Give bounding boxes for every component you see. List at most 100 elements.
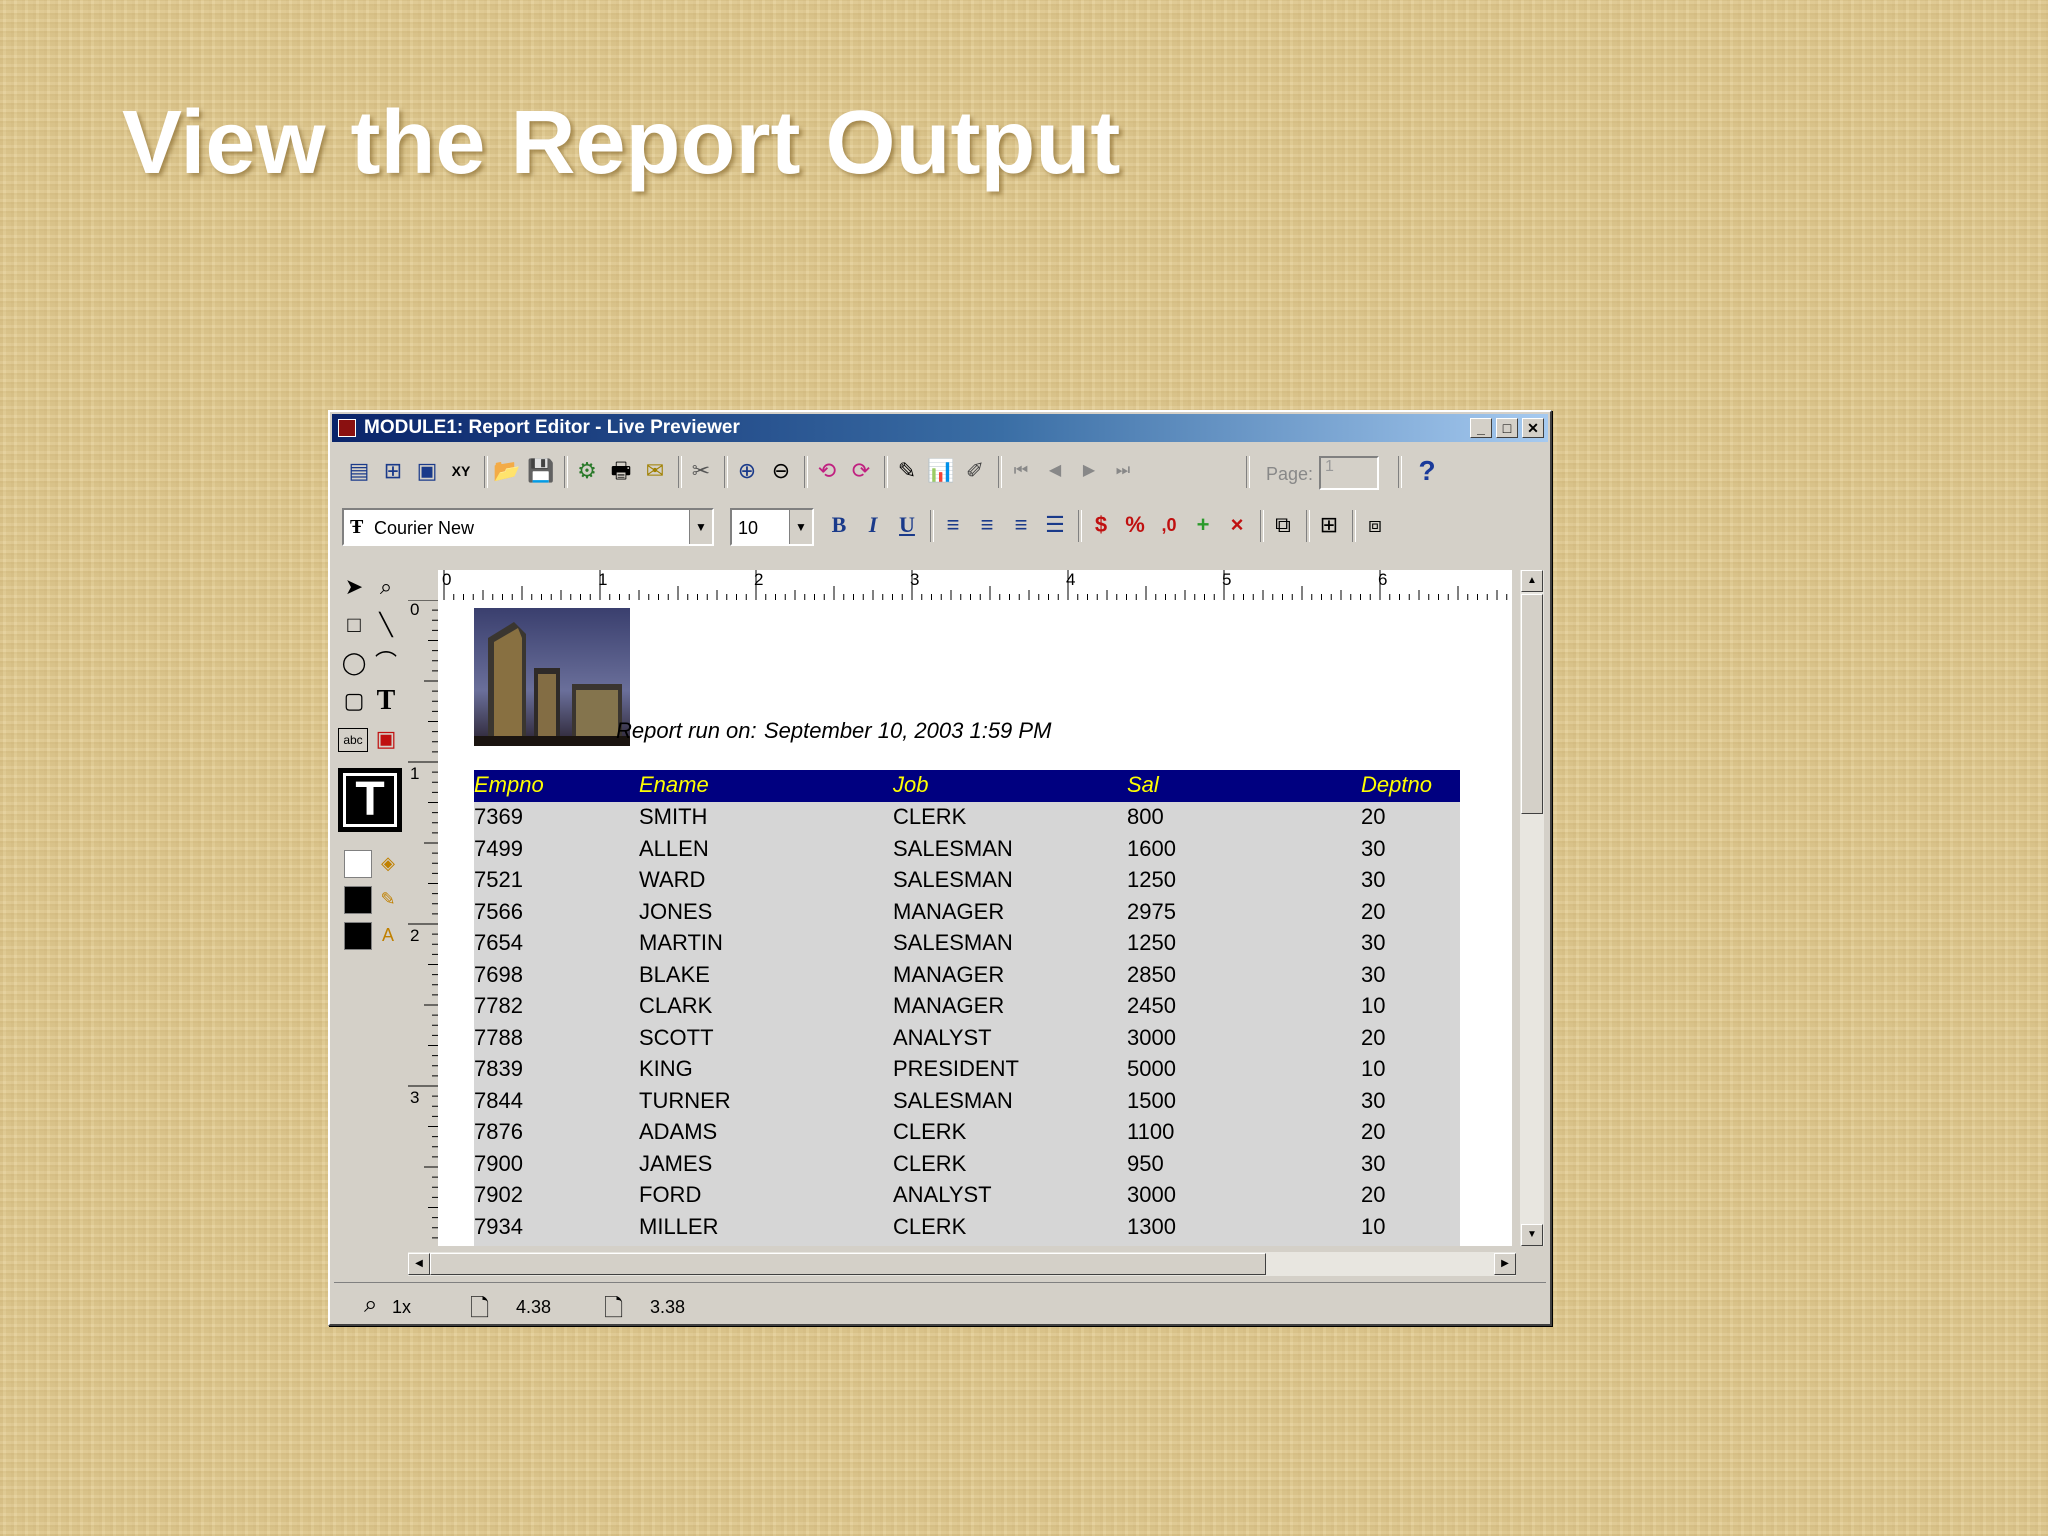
chevron-down-icon[interactable]: ▼ bbox=[689, 510, 712, 544]
scroll-left-icon[interactable]: ◀ bbox=[408, 1253, 430, 1275]
help-icon[interactable]: ? bbox=[1412, 456, 1442, 486]
maximize-button[interactable]: □ bbox=[1496, 418, 1518, 438]
arc-tool-icon[interactable]: ⌒ bbox=[370, 646, 402, 680]
line-color-swatch[interactable] bbox=[344, 886, 372, 914]
save-icon[interactable]: 💾 bbox=[526, 456, 556, 486]
cell-sal: 1250 bbox=[1127, 930, 1176, 955]
text-color-swatch[interactable] bbox=[344, 922, 372, 950]
horizontal-scrollbar[interactable]: ◀ ▶ bbox=[408, 1252, 1516, 1276]
cell-empno: 7698 bbox=[474, 961, 523, 987]
open-icon[interactable]: 📂 bbox=[492, 456, 522, 486]
magnify-tool-icon[interactable]: ⌕ bbox=[370, 570, 402, 604]
zoom-out-icon[interactable]: ⊖ bbox=[766, 456, 796, 486]
chart-icon[interactable]: 📊 bbox=[926, 456, 956, 486]
align-right-icon[interactable]: ≡ bbox=[1006, 510, 1036, 540]
edit-icon[interactable]: ✎ bbox=[892, 456, 922, 486]
font-size-select[interactable]: 10 ▼ bbox=[730, 508, 814, 546]
title-bar[interactable]: MODULE1: Report Editor - Live Previewer … bbox=[332, 414, 1548, 442]
align-left-icon[interactable]: ≡ bbox=[938, 510, 968, 540]
window-title: MODULE1: Report Editor - Live Previewer bbox=[364, 417, 740, 438]
data-model-icon[interactable]: ▤ bbox=[344, 456, 374, 486]
currency-button[interactable]: $ bbox=[1086, 510, 1116, 540]
cell-job: SALESMAN bbox=[893, 930, 1013, 955]
cell-job: CLERK bbox=[893, 804, 967, 829]
layout-model-icon[interactable]: ⊞ bbox=[378, 456, 408, 486]
comma-button[interactable]: ,0 bbox=[1154, 510, 1184, 540]
scroll-down-icon[interactable]: ▼ bbox=[1521, 1224, 1543, 1246]
scroll-right-icon[interactable]: ▶ bbox=[1494, 1253, 1516, 1275]
justify-icon[interactable]: ☰ bbox=[1040, 510, 1070, 540]
mail-icon[interactable]: ✉ bbox=[640, 456, 670, 486]
parameter-form-icon[interactable]: ▣ bbox=[412, 456, 442, 486]
align-center-icon[interactable]: ≡ bbox=[972, 510, 1002, 540]
ellipse-tool-icon[interactable]: ◯ bbox=[338, 646, 370, 680]
cell-ename: ALLEN bbox=[639, 835, 709, 861]
rectangle-tool-icon[interactable]: □ bbox=[338, 608, 370, 642]
vertical-scrollbar[interactable]: ▲ ▼ bbox=[1520, 570, 1544, 1246]
grid-snap-icon[interactable]: ⊞ bbox=[1314, 510, 1344, 540]
vruler-label-2: 2 bbox=[410, 926, 420, 945]
frame-icon[interactable]: ⧉ bbox=[1268, 510, 1298, 540]
main-toolbar: ▤ ⊞ ▣ XY 📂 💾 ⚙ 🖶 ✉ ✂ ⊕ ⊖ ⟲ ⟳ ✎ 📊 ✐ ⏮ ◀ ▶… bbox=[334, 448, 1546, 494]
percent-button[interactable]: % bbox=[1120, 510, 1150, 540]
zoom-in-icon[interactable]: ⊕ bbox=[732, 456, 762, 486]
cell-empno: 7934 bbox=[474, 1213, 523, 1239]
x-position-icon: 🗋 bbox=[470, 1295, 490, 1322]
run-icon[interactable]: ⚙ bbox=[572, 456, 602, 486]
copy-format-icon[interactable]: ⧈ bbox=[1360, 510, 1390, 540]
cell-job: SALESMAN bbox=[893, 867, 1013, 892]
cell-sal: 3000 bbox=[1127, 1182, 1176, 1207]
report-editor-window: MODULE1: Report Editor - Live Previewer … bbox=[328, 410, 1552, 1326]
minimize-button[interactable]: _ bbox=[1470, 418, 1492, 438]
vruler-label-3: 3 bbox=[410, 1088, 420, 1107]
vertical-scroll-thumb[interactable] bbox=[1521, 594, 1543, 814]
bold-button[interactable]: B bbox=[824, 510, 854, 540]
cut-icon[interactable]: ✂ bbox=[686, 456, 716, 486]
last-page-icon[interactable]: ⏭ bbox=[1108, 456, 1138, 486]
cell-ename: JAMES bbox=[639, 1150, 713, 1176]
page-input[interactable]: 1 bbox=[1319, 456, 1379, 490]
column-header-empno: Empno bbox=[474, 772, 544, 797]
font-name: Courier New bbox=[374, 518, 475, 538]
underline-button[interactable]: U bbox=[892, 510, 922, 540]
horizontal-scroll-thumb[interactable] bbox=[430, 1253, 1266, 1275]
next-page-icon[interactable]: ▶ bbox=[1074, 456, 1104, 486]
first-page-icon[interactable]: ⏮ bbox=[1006, 456, 1036, 486]
web-icon[interactable]: ✐ bbox=[960, 456, 990, 486]
cell-empno: 7369 bbox=[474, 804, 523, 829]
rounded-rect-tool-icon[interactable]: ▢ bbox=[338, 684, 370, 718]
add-decimal-icon[interactable]: + bbox=[1188, 510, 1218, 540]
chevron-down-icon[interactable]: ▼ bbox=[789, 510, 812, 544]
table-row: 7788 SCOTT ANALYST 3000 20 bbox=[474, 1023, 1460, 1054]
italic-button[interactable]: I bbox=[858, 510, 888, 540]
zoom-level: 1x bbox=[392, 1297, 412, 1317]
close-button[interactable]: ✕ bbox=[1522, 418, 1544, 438]
status-bar: ⌕ 1x 🗋 4.38 🗋 3.38 bbox=[334, 1282, 1546, 1323]
cell-ename: SCOTT bbox=[639, 1024, 714, 1050]
cell-job: SALESMAN bbox=[893, 835, 1013, 861]
field-tool-icon[interactable]: abc bbox=[338, 728, 368, 752]
fill-color-icon[interactable]: ◈ bbox=[372, 846, 404, 880]
cell-sal: 1300 bbox=[1127, 1213, 1176, 1239]
print-icon[interactable]: 🖶 bbox=[606, 456, 636, 486]
cell-ename: CLARK bbox=[639, 993, 713, 1018]
refresh-data-icon[interactable]: ⟲ bbox=[812, 456, 842, 486]
cell-deptno: 30 bbox=[1361, 930, 1386, 955]
cell-sal: 950 bbox=[1127, 1150, 1164, 1176]
remove-decimal-icon[interactable]: × bbox=[1222, 510, 1252, 540]
xy-icon[interactable]: XY bbox=[446, 456, 476, 486]
fill-color-swatch[interactable] bbox=[344, 850, 372, 878]
text-color-icon[interactable]: A bbox=[372, 918, 404, 952]
select-tool-icon[interactable]: ➤ bbox=[338, 570, 370, 604]
text-tool-icon[interactable]: T bbox=[370, 684, 402, 718]
refresh-layout-icon[interactable]: ⟳ bbox=[846, 456, 876, 486]
line-tool-icon[interactable]: ╲ bbox=[370, 608, 402, 642]
zoom-icon: ⌕ bbox=[364, 1291, 378, 1318]
image-tool-icon[interactable]: ▣ bbox=[370, 722, 402, 756]
prev-page-icon[interactable]: ◀ bbox=[1040, 456, 1070, 486]
vruler-label-1: 1 bbox=[410, 764, 420, 783]
scroll-up-icon[interactable]: ▲ bbox=[1521, 570, 1543, 592]
report-canvas[interactable]: Report run on: September 10, 2003 1:59 P… bbox=[438, 600, 1512, 1246]
font-select[interactable]: Ŧ Courier New ▼ bbox=[342, 508, 714, 546]
line-color-icon[interactable]: ✎ bbox=[372, 882, 404, 916]
